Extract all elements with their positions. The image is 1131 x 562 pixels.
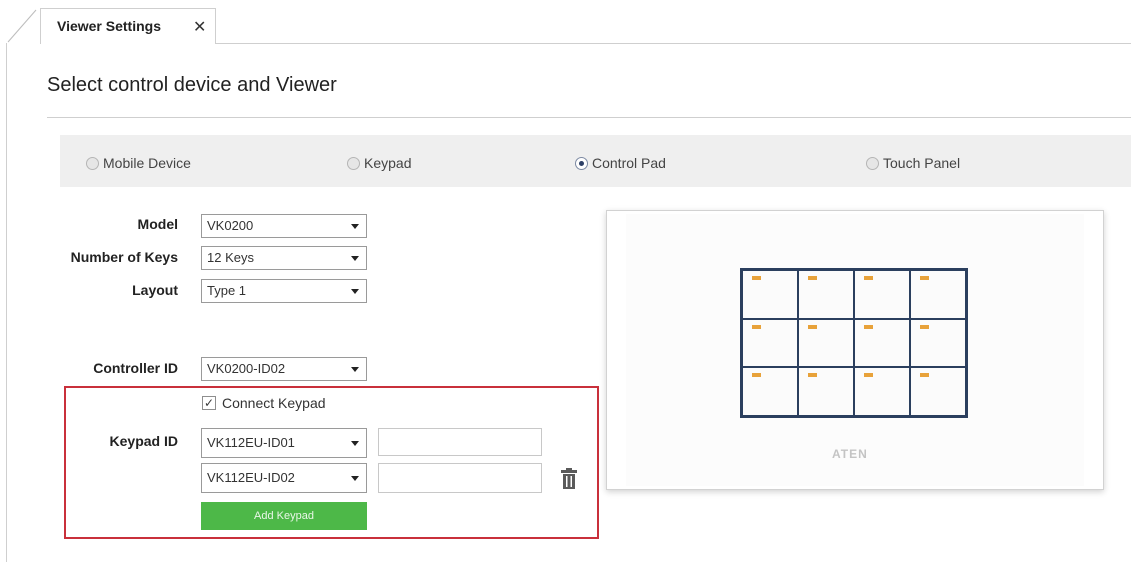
keypad-id-value: VK112EU-ID01 <box>207 435 295 450</box>
controller-id-label: Controller ID <box>93 360 178 376</box>
chevron-down-icon <box>351 367 359 372</box>
led-indicator-icon <box>808 373 817 378</box>
radio-control-pad[interactable]: Control Pad <box>575 155 666 171</box>
keypad-id-label: Keypad ID <box>109 433 178 449</box>
chevron-down-icon <box>351 441 359 446</box>
keypad-button-grid <box>740 268 968 418</box>
panel-border <box>6 43 7 562</box>
keypad-name-input-1[interactable] <box>378 428 542 456</box>
led-indicator-icon <box>920 373 929 378</box>
led-indicator-icon <box>864 373 873 378</box>
number-of-keys-label: Number of Keys <box>70 249 178 265</box>
radio-label: Touch Panel <box>883 155 961 171</box>
led-indicator-icon <box>752 324 761 329</box>
preview-key[interactable] <box>910 367 966 416</box>
tab-viewer-settings[interactable]: Viewer Settings ✕ <box>40 8 216 44</box>
tab-strip: Viewer Settings ✕ <box>0 0 1131 44</box>
radio-button-selected-icon[interactable] <box>575 156 588 170</box>
led-indicator-icon <box>864 324 873 329</box>
layout-value: Type 1 <box>207 283 247 298</box>
radio-button-icon[interactable] <box>86 156 99 170</box>
tab-divider <box>216 43 1131 44</box>
layout-label: Layout <box>132 282 178 298</box>
connect-keypad-checkbox[interactable]: ✓ Connect Keypad <box>202 395 326 411</box>
radio-keypad[interactable]: Keypad <box>347 155 411 171</box>
led-indicator-icon <box>808 324 817 329</box>
preview-key[interactable] <box>798 270 854 319</box>
keypad-id-select-1[interactable]: VK112EU-ID01 <box>201 428 367 458</box>
preview-key[interactable] <box>910 270 966 319</box>
chevron-down-icon <box>351 476 359 481</box>
led-indicator-icon <box>920 276 929 280</box>
radio-button-icon[interactable] <box>347 156 360 170</box>
preview-key[interactable] <box>742 367 798 416</box>
model-select[interactable]: VK0200 <box>201 214 367 238</box>
chevron-down-icon <box>351 256 359 261</box>
led-indicator-icon <box>752 373 761 378</box>
keypad-id-value: VK112EU-ID02 <box>207 470 295 485</box>
connect-keypad-label: Connect Keypad <box>222 395 326 411</box>
preview-key[interactable] <box>742 318 798 368</box>
preview-key[interactable] <box>854 270 910 319</box>
tab-label: Viewer Settings <box>57 18 162 34</box>
close-icon[interactable]: ✕ <box>193 17 206 37</box>
tab-scroll-decoration <box>7 9 37 43</box>
keypad-name-input-2[interactable] <box>378 463 542 493</box>
checkbox-checked-icon[interactable]: ✓ <box>202 396 216 410</box>
model-value: VK0200 <box>207 218 254 233</box>
aten-logo: ATEN <box>832 447 868 461</box>
preview-key[interactable] <box>798 318 854 368</box>
number-of-keys-value: 12 Keys <box>207 250 254 265</box>
chevron-down-icon <box>351 289 359 294</box>
add-keypad-button[interactable]: Add Keypad <box>201 502 367 530</box>
led-indicator-icon <box>752 276 761 280</box>
controller-id-select[interactable]: VK0200-ID02 <box>201 357 367 381</box>
controller-id-value: VK0200-ID02 <box>207 361 286 376</box>
radio-button-icon[interactable] <box>866 156 879 170</box>
model-label: Model <box>137 216 178 232</box>
radio-mobile-device[interactable]: Mobile Device <box>86 155 191 171</box>
radio-label: Keypad <box>364 155 412 171</box>
preview-key[interactable] <box>910 318 966 368</box>
keypad-id-select-2[interactable]: VK112EU-ID02 <box>201 463 367 493</box>
preview-key[interactable] <box>742 270 798 319</box>
radio-touch-panel[interactable]: Touch Panel <box>866 155 960 171</box>
preview-key[interactable] <box>854 367 910 416</box>
radio-label: Mobile Device <box>103 155 191 171</box>
title-divider <box>47 117 1131 118</box>
chevron-down-icon <box>351 224 359 229</box>
layout-select[interactable]: Type 1 <box>201 279 367 303</box>
radio-label: Control Pad <box>592 155 666 171</box>
trash-icon[interactable] <box>560 468 578 490</box>
led-indicator-icon <box>808 276 817 280</box>
page-title: Select control device and Viewer <box>47 74 337 96</box>
led-indicator-icon <box>864 276 873 280</box>
preview-key[interactable] <box>854 318 910 368</box>
number-of-keys-select[interactable]: 12 Keys <box>201 246 367 270</box>
led-indicator-icon <box>920 324 929 329</box>
preview-key[interactable] <box>798 367 854 416</box>
